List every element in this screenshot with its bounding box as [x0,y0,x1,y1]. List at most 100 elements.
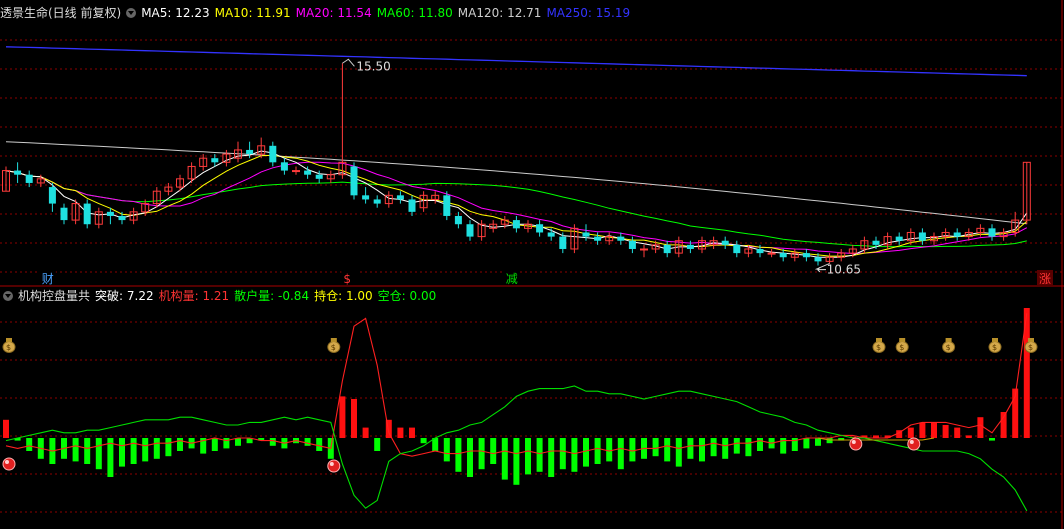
stock-chart: 15.50 ←10.65 财 $ 减 涨 $ $ $ $ $ $ $ [0,0,1064,529]
sub-bar [548,438,555,477]
candle-body [640,248,648,251]
candle-body [14,170,22,175]
candle-body [350,166,358,196]
sub-bar [664,438,671,462]
candle-body [304,170,312,175]
moneybag-icon [876,338,882,342]
moneybag-icon: $ [992,343,997,352]
candle-body [269,145,277,163]
sub-panel-title: 机构控盘量共 [18,289,91,303]
sub-bar [409,427,415,438]
sub-bar [211,438,218,451]
sub-bar [142,438,149,462]
moneybag-icon: $ [946,343,951,352]
sub-bar [594,438,601,464]
sub-bar [3,419,9,438]
signal-ball-icon [327,459,341,473]
moneybag-icon [330,338,337,342]
moneybag-icon [6,338,12,342]
dropdown-icon[interactable] [3,291,13,301]
candle-body [408,199,416,212]
signal-ball-icon [849,437,863,451]
candle-body [373,199,381,204]
moneybag-icon: $ [1028,343,1033,352]
sub-indicator: 突破: 7.22 [95,289,154,303]
moneybag-icon: $ [6,343,11,352]
candle-body [582,232,590,237]
dropdown-icon[interactable] [126,8,137,18]
sub-bar [397,427,404,438]
sub-bar [722,438,729,459]
sub-bar [710,438,717,457]
sub-bar [757,438,763,451]
sub-bar [235,438,241,446]
candle-body [663,244,671,254]
sub-bar [119,438,125,467]
sub-bar [803,438,810,449]
sub-indicator: 空仓: 0.00 [377,289,437,303]
sub-bar [490,438,497,464]
sub-bar [223,438,230,449]
sub-bar [84,438,91,464]
sub-bar [536,438,543,472]
sub-indicator: 机构量: 1.21 [158,289,230,303]
moneybag-icon: $ [876,343,881,352]
candle-body [779,253,787,258]
candle-body [802,253,810,258]
sub-bar [130,438,137,464]
sub-bar [525,438,531,475]
ma60-line [5,170,1027,248]
ma-indicator: MA20: 11.54 [295,6,372,20]
sub-bar [606,438,613,462]
candle-body [246,149,254,155]
candle-body [292,170,300,173]
candle-body [315,174,323,179]
sub-bar [699,438,705,462]
candle-body [814,257,822,262]
candle-body [454,215,462,225]
candle-body [918,232,926,241]
sub-bar [687,438,694,459]
sub-bar [1000,412,1007,438]
signal-ball-icon [5,460,9,464]
candle-body [512,220,520,229]
sub-bar [815,438,821,446]
moneybag-icon [1028,338,1034,342]
sub-panel-header: 机构控盘量共 突破: 7.22 机构量: 1.21 散户量: -0.84 持仓: 1.0… [0,287,446,305]
candle-body [686,244,694,249]
candle-body [721,240,729,245]
sub-bar [95,438,102,470]
high-price-label: 15.50 [356,59,390,73]
main-panel-title: 透景生命(日线 前复权) [0,6,122,20]
sub-bar [652,438,659,457]
candle-body [547,232,555,237]
sub-bar [467,438,473,477]
candle-body [756,248,764,254]
sub-bar [501,438,508,480]
moneybag-icon: $ [899,343,904,352]
candle-body [895,236,903,241]
candle-body [396,195,404,200]
sub-bar [942,425,949,438]
sub-bar [965,435,972,438]
ma-indicator: MA250: 15.19 [546,6,631,20]
sub-bar [443,438,450,462]
event-marker: 减 [506,272,518,286]
sub-bar [455,438,462,472]
candle-body [872,240,880,245]
candle-body [953,232,961,237]
sub-bar [571,438,578,472]
moneybag-icon [992,338,998,342]
sub-bar [559,438,566,470]
sub-bar [907,427,914,438]
sub-bar [826,438,833,444]
main-panel-header: 透景生命(日线 前复权) MA5: 12.23 MA10: 11.91 MA20: 1… [0,4,640,22]
sub-bar [72,438,79,462]
sub-bar [989,438,995,441]
candle-body [628,240,636,249]
candle-body [362,195,370,200]
candle-body [25,174,33,183]
sub-bar [374,438,381,451]
candle-body [767,252,776,255]
event-marker: 涨 [1039,271,1051,286]
